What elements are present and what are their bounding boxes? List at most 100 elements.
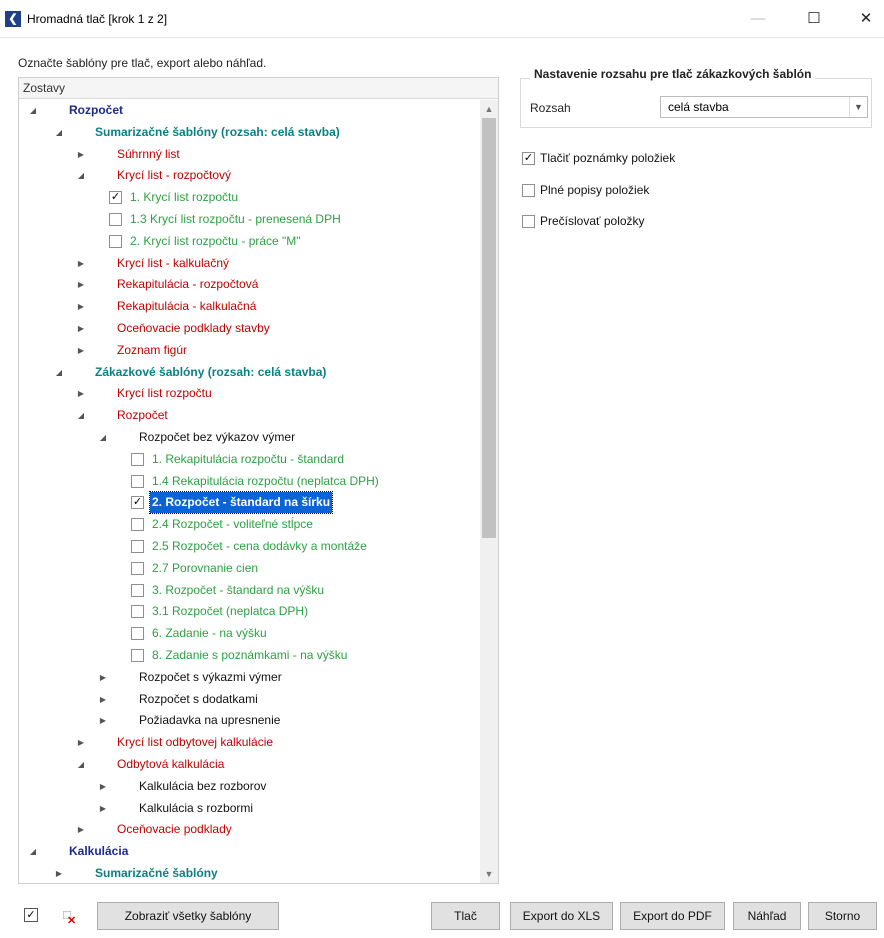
collapse-arrow-icon[interactable]: ◢: [75, 754, 87, 775]
instruction-text: Označte šablóny pre tlač, export alebo n…: [18, 56, 267, 70]
tree-node[interactable]: ▶ Zoznam figúr: [19, 340, 480, 361]
scroll-down-icon[interactable]: ▼: [480, 865, 498, 883]
template-checkbox[interactable]: [131, 649, 144, 662]
tree-node[interactable]: ▶ Kalkulácia bez rozborov: [19, 776, 480, 797]
template-item[interactable]: 1.3 Krycí list rozpočtu - prenesená DPH: [19, 209, 480, 230]
print-button[interactable]: Tlač: [431, 902, 500, 930]
template-item[interactable]: ✓ 1. Krycí list rozpočtu: [19, 187, 480, 208]
collapse-arrow-icon[interactable]: ◢: [75, 405, 87, 426]
scroll-thumb[interactable]: [482, 118, 496, 538]
template-checkbox[interactable]: [131, 540, 144, 553]
template-checkbox[interactable]: ✓: [109, 191, 122, 204]
tree-node[interactable]: ▶ Rozpočet s dodatkami: [19, 689, 480, 710]
tree-node[interactable]: ▶ Krycí list - kalkulačný: [19, 253, 480, 274]
export-pdf-button[interactable]: Export do PDF: [620, 902, 725, 930]
template-checkbox[interactable]: [131, 475, 144, 488]
preview-button[interactable]: Náhľad: [733, 902, 801, 930]
template-checkbox[interactable]: [131, 627, 144, 640]
tree-node[interactable]: ◢ Rozpočet: [19, 405, 480, 426]
minimize-button[interactable]: —: [738, 6, 778, 32]
expand-arrow-icon[interactable]: ▶: [75, 274, 87, 295]
collapse-arrow-icon[interactable]: ◢: [53, 362, 65, 383]
expand-arrow-icon[interactable]: ▶: [75, 383, 87, 404]
tree-node-label: Súhrnný list: [117, 147, 180, 161]
expand-arrow-icon[interactable]: ▶: [75, 732, 87, 753]
close-button[interactable]: ✕: [846, 6, 884, 32]
print-notes-checkbox[interactable]: ✓: [522, 152, 535, 165]
tree-node[interactable]: ◢ Rozpočet bez výkazov výmer: [19, 427, 480, 448]
uncheck-all-icon[interactable]: □ ✕: [60, 908, 76, 928]
full-descriptions-checkbox[interactable]: [522, 184, 535, 197]
tree-node[interactable]: ▶ Sumarizačné šablóny: [19, 863, 480, 883]
tree-node[interactable]: ◢ Rozpočet: [19, 100, 480, 121]
tree-node[interactable]: ▶ Rozpočet s výkazmi výmer: [19, 667, 480, 688]
expand-arrow-icon[interactable]: ▶: [75, 296, 87, 317]
expand-arrow-icon[interactable]: ▶: [53, 863, 65, 883]
tree-node-label: Sumarizačné šablóny (rozsah: celá stavba…: [95, 125, 340, 139]
tree-node[interactable]: ◢ Kalkulácia: [19, 841, 480, 862]
expand-arrow-icon[interactable]: ▶: [97, 776, 109, 797]
expand-arrow-icon[interactable]: ▶: [97, 689, 109, 710]
expand-arrow-icon[interactable]: ▶: [97, 667, 109, 688]
templates-tree: Zostavy ◢ Rozpočet ◢ Sumarizačné šablóny (r…: [18, 77, 499, 884]
tree-node[interactable]: ◢ Odbytová kalkulácia: [19, 754, 480, 775]
renumber-items-checkbox[interactable]: [522, 215, 535, 228]
expand-arrow-icon[interactable]: ▶: [75, 819, 87, 840]
tree-node-label: Kalkulácia: [69, 844, 129, 858]
template-checkbox[interactable]: [131, 562, 144, 575]
template-checkbox[interactable]: [109, 213, 122, 226]
template-item[interactable]: 3. Rozpočet - štandard na výšku: [19, 580, 480, 601]
expand-arrow-icon[interactable]: ▶: [75, 253, 87, 274]
template-checkbox[interactable]: ✓: [131, 496, 144, 509]
chevron-down-icon[interactable]: ▼: [849, 97, 867, 117]
tree-scrollbar[interactable]: ▲ ▼: [480, 100, 498, 883]
tree-node[interactable]: ▶ Súhrnný list: [19, 144, 480, 165]
range-select[interactable]: celá stavba ▼: [660, 96, 868, 118]
template-item[interactable]: 6. Zadanie - na výšku: [19, 623, 480, 644]
template-checkbox[interactable]: [131, 584, 144, 597]
tree-node-label: Krycí list - kalkulačný: [117, 256, 230, 270]
template-item[interactable]: 1.4 Rekapitulácia rozpočtu (neplatca DPH…: [19, 471, 480, 492]
tree-node[interactable]: ▶ Krycí list rozpočtu: [19, 383, 480, 404]
tree-node[interactable]: ◢ Sumarizačné šablóny (rozsah: celá stavb…: [19, 122, 480, 143]
template-item[interactable]: 8. Zadanie s poznámkami - na výšku: [19, 645, 480, 666]
tree-node[interactable]: ▶ Krycí list odbytovej kalkulácie: [19, 732, 480, 753]
template-checkbox[interactable]: [131, 518, 144, 531]
collapse-arrow-icon[interactable]: ◢: [27, 100, 39, 121]
expand-arrow-icon[interactable]: ▶: [75, 144, 87, 165]
template-checkbox[interactable]: [109, 235, 122, 248]
template-checkbox[interactable]: [131, 605, 144, 618]
collapse-arrow-icon[interactable]: ◢: [97, 427, 109, 448]
show-all-templates-button[interactable]: Zobraziť všetky šablóny: [97, 902, 279, 930]
template-item[interactable]: 2.7 Porovnanie cien: [19, 558, 480, 579]
template-checkbox[interactable]: [131, 453, 144, 466]
cancel-button[interactable]: Storno: [808, 902, 877, 930]
template-item[interactable]: 3.1 Rozpočet (neplatca DPH): [19, 601, 480, 622]
arrow-left-icon[interactable]: ❮: [5, 11, 21, 27]
expand-arrow-icon[interactable]: ▶: [75, 340, 87, 361]
tree-node[interactable]: ◢ Krycí list - rozpočtový: [19, 165, 480, 186]
tree-node[interactable]: ◢ Zákazkové šablóny (rozsah: celá stavba): [19, 362, 480, 383]
expand-arrow-icon[interactable]: ▶: [75, 318, 87, 339]
collapse-arrow-icon[interactable]: ◢: [53, 122, 65, 143]
scroll-up-icon[interactable]: ▲: [480, 100, 498, 118]
tree-node[interactable]: ▶ Oceňovacie podklady stavby: [19, 318, 480, 339]
template-item[interactable]: 2.5 Rozpočet - cena dodávky a montáže: [19, 536, 480, 557]
tree-node-label: 1.3 Krycí list rozpočtu - prenesená DPH: [130, 212, 341, 226]
template-item[interactable]: 1. Rekapitulácia rozpočtu - štandard: [19, 449, 480, 470]
expand-arrow-icon[interactable]: ▶: [97, 798, 109, 819]
tree-node[interactable]: ▶ Rekapitulácia - kalkulačná: [19, 296, 480, 317]
tree-node[interactable]: ▶ Kalkulácia s rozbormi: [19, 798, 480, 819]
template-item[interactable]: ✓ 2. Rozpočet - štandard na šírku: [19, 491, 480, 514]
expand-arrow-icon[interactable]: ▶: [97, 710, 109, 731]
tree-node[interactable]: ▶ Oceňovacie podklady: [19, 819, 480, 840]
tree-node[interactable]: ▶ Požiadavka na upresnenie: [19, 710, 480, 731]
export-xls-button[interactable]: Export do XLS: [510, 902, 613, 930]
tree-node[interactable]: ▶ Rekapitulácia - rozpočtová: [19, 274, 480, 295]
template-item[interactable]: 2. Krycí list rozpočtu - práce "M": [19, 231, 480, 252]
collapse-arrow-icon[interactable]: ◢: [75, 165, 87, 186]
maximize-button[interactable]: ☐: [794, 6, 834, 32]
template-item[interactable]: 2.4 Rozpočet - voliteľné stĺpce: [19, 514, 480, 535]
collapse-arrow-icon[interactable]: ◢: [27, 841, 39, 862]
check-all-icon[interactable]: ✓: [24, 908, 38, 922]
